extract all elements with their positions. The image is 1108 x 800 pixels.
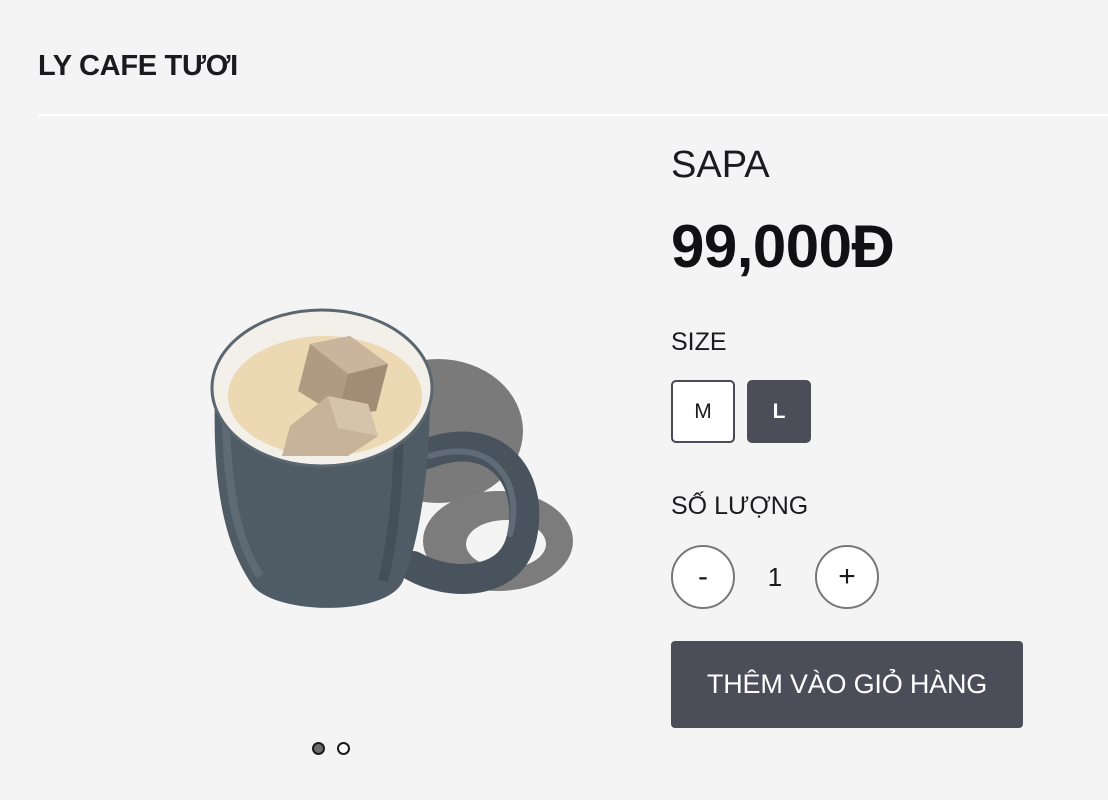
carousel-dot-1[interactable]: [312, 742, 325, 755]
page-title: LY CAFE TƯƠI: [38, 50, 238, 82]
size-option-m[interactable]: M: [671, 380, 735, 443]
product-gallery: [38, 116, 638, 776]
size-label: SIZE: [671, 328, 727, 356]
decrement-button[interactable]: -: [671, 545, 735, 609]
increment-button[interactable]: +: [815, 545, 879, 609]
size-option-l[interactable]: L: [747, 380, 811, 443]
product-image: [210, 308, 573, 608]
size-options: M L: [671, 380, 811, 443]
product-page: LY CAFE TƯƠI SAPA 99,000Đ SIZE M L SỐ LƯ…: [0, 0, 1108, 800]
quantity-label: SỐ LƯỢNG: [671, 492, 809, 520]
add-to-cart-button[interactable]: THÊM VÀO GIỎ HÀNG: [671, 641, 1023, 728]
quantity-stepper: - 1 +: [671, 545, 879, 609]
carousel-dots: [312, 742, 350, 755]
carousel-dot-2[interactable]: [337, 742, 350, 755]
product-name: SAPA: [671, 144, 770, 186]
product-price: 99,000Đ: [671, 213, 895, 280]
page-header: LY CAFE TƯƠI: [38, 0, 1108, 116]
quantity-value: 1: [767, 561, 783, 592]
